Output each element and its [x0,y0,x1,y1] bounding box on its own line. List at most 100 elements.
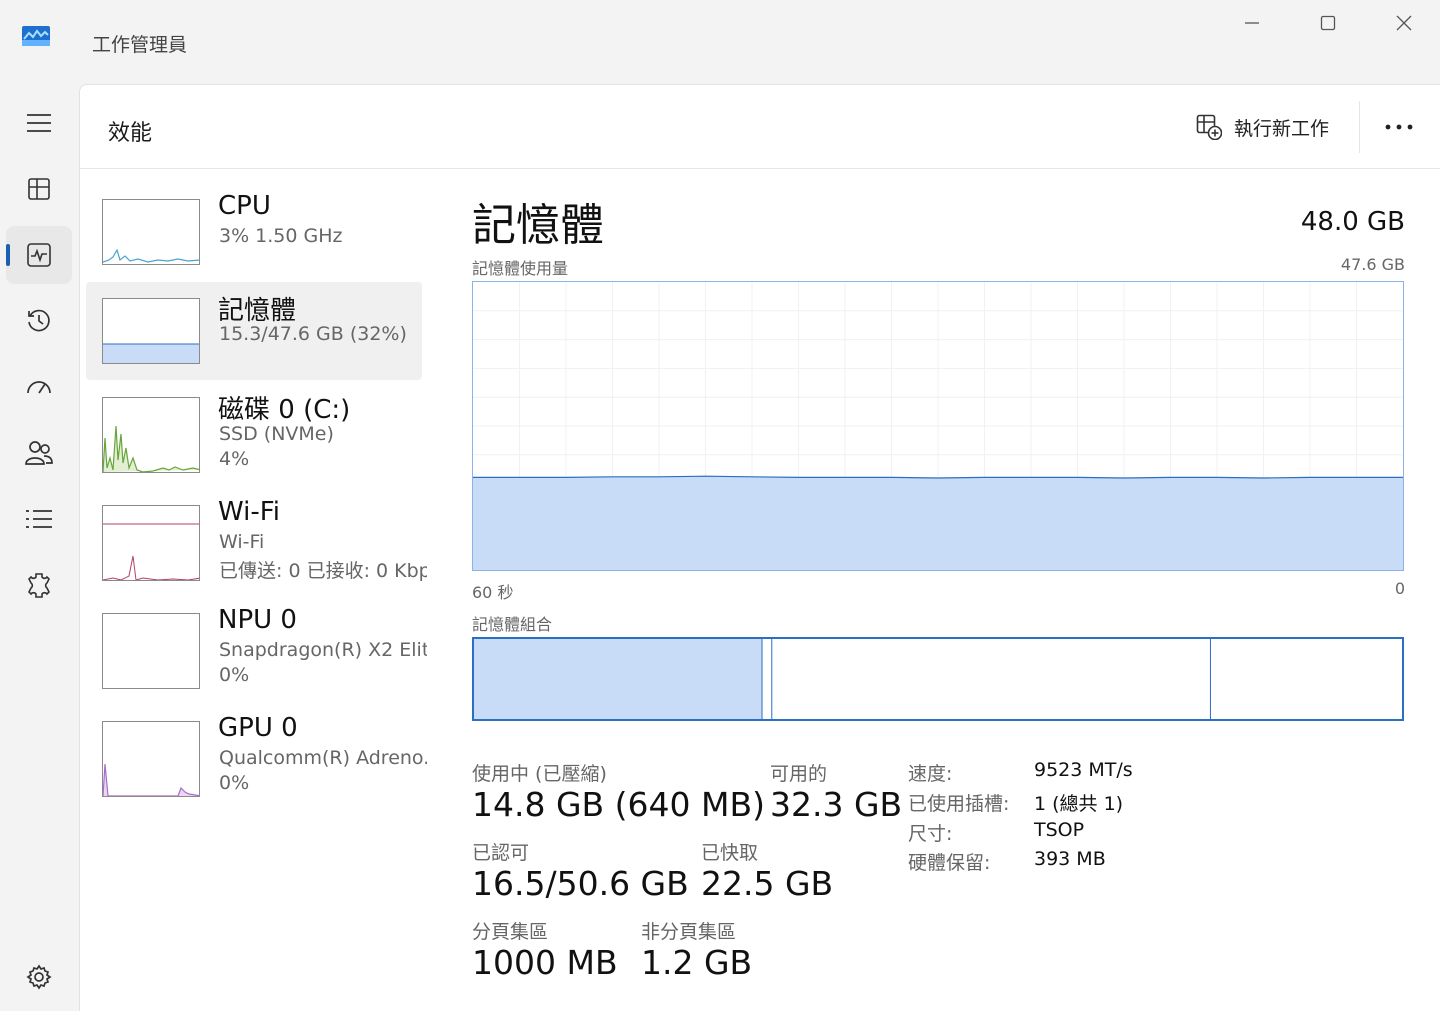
run-new-task-button[interactable]: 執行新工作 [1188,107,1337,147]
device-type: Qualcomm(R) Adreno... [219,747,427,769]
in-use-value: 14.8 GB (640 MB) [472,785,766,824]
wifi-sparkline [103,523,199,580]
paged-pool-label: 分頁集區 [472,921,549,943]
spec-key: 速度: [908,763,953,785]
spec-key: 已使用插槽: [908,793,1010,815]
main-panel: 效能 執行新工作 CPU 3% 1.50 GHz 記憶體 15.3/47.6 G… [79,84,1440,1011]
device-type: Snapdragon(R) X2 Elit... [219,639,427,661]
memory-composition-bar [472,637,1404,721]
processes-icon [28,178,50,200]
device-stat: 3% 1.50 GHz [219,225,343,247]
cpu-thumbnail [102,199,200,265]
details-list-icon [26,510,52,528]
device-stat: 已傳送: 0 已接收: 0 Kbps [219,560,427,582]
nav-rail [0,84,78,1011]
composition-modified [762,639,773,719]
device-stat: 4% [219,448,250,470]
task-manager-icon [22,26,50,46]
spec-value: 1 (總共 1) [1034,793,1124,815]
spec-value: 393 MB [1034,848,1106,870]
startup-apps-icon [27,381,51,394]
usage-chart-max: 47.6 GB [1340,255,1405,274]
run-new-task-label: 執行新工作 [1234,117,1330,140]
device-item-memory[interactable]: 記憶體 15.3/47.6 GB (32%) [86,282,422,380]
spec-value: 9523 MT/s [1034,759,1133,781]
nav-item-processes[interactable] [6,160,72,218]
gpu-thumbnail [102,721,200,797]
memory-usage-area [473,476,1403,570]
composition-label: 記憶體組合 [472,615,553,634]
nav-item-startup-apps[interactable] [6,358,72,416]
device-item-npu[interactable]: NPU 0 Snapdragon(R) X2 Elit... 0% [86,597,427,695]
nav-item-services[interactable] [6,556,72,614]
nonpaged-pool-value: 1.2 GB [641,943,753,982]
cached-value: 22.5 GB [701,864,834,903]
close-button[interactable] [1366,0,1440,46]
nav-item-app-history[interactable] [6,292,72,350]
gpu-sparkline [103,763,199,796]
device-name: Wi-Fi [218,497,281,527]
disk-thumbnail [102,397,200,473]
memory-composition-plot [474,639,1402,719]
nav-item-settings[interactable] [6,948,72,1006]
cpu-sparkline [103,248,199,263]
composition-free [1210,639,1402,719]
device-item-disk[interactable]: 磁碟 0 (C:) SSD (NVMe) 4% [86,381,422,479]
close-icon [1396,15,1412,31]
wifi-thumbnail [102,505,200,581]
spec-key: 硬體保留: [908,852,991,874]
device-name: 磁碟 0 (C:) [218,395,351,425]
device-item-gpu[interactable]: GPU 0 Qualcomm(R) Adreno... 0% [86,705,427,803]
nonpaged-pool-label: 非分頁集區 [641,921,737,943]
committed-value: 16.5/50.6 GB [472,864,689,903]
device-item-wifi[interactable]: Wi-Fi Wi-Fi 已傳送: 0 已接收: 0 Kbps [86,489,427,587]
title-bar: 工作管理員 [0,0,1440,84]
device-name: CPU [218,191,271,221]
device-stat: 0% [219,664,250,686]
paged-pool-value: 1000 MB [472,943,618,982]
memory-thumbnail [102,298,200,364]
device-stat: 15.3/47.6 GB (32%) [219,323,407,345]
services-icon [28,573,50,598]
time-axis-end: 0 [1394,579,1405,598]
maximize-icon [1320,15,1336,31]
more-options-icon [1385,124,1413,130]
run-new-task-icon [1196,114,1222,140]
window-title: 工作管理員 [92,34,188,56]
device-name: NPU 0 [218,605,297,635]
nav-item-details[interactable] [6,490,72,548]
composition-in-use [474,639,763,719]
available-label: 可用的 [770,763,828,785]
page-header: 效能 執行新工作 [80,85,1440,169]
maximize-button[interactable] [1290,0,1366,46]
composition-standby [772,639,1211,719]
app-history-icon [28,309,50,332]
device-type: Wi-Fi [219,531,265,553]
hamburger-menu-icon [27,114,51,132]
memory-usage-chart [472,281,1404,571]
performance-icon [27,243,51,267]
device-type: SSD (NVMe) [219,423,334,445]
in-use-label: 使用中 (已壓縮) [472,763,607,785]
more-options-button[interactable] [1376,107,1422,147]
users-icon [25,441,53,465]
memory-sparkline [103,343,199,363]
spec-key: 尺寸: [908,823,953,845]
npu-thumbnail [102,613,200,689]
usage-chart-label: 記憶體使用量 [472,259,569,278]
available-value: 32.3 GB [770,785,903,824]
device-item-cpu[interactable]: CPU 3% 1.50 GHz [86,185,422,283]
minimize-button[interactable] [1214,0,1290,46]
disk-sparkline [103,425,199,472]
memory-usage-plot [473,282,1403,570]
header-divider [1359,101,1360,153]
committed-label: 已認可 [472,842,530,864]
page-title: 效能 [108,121,153,146]
device-name: 記憶體 [218,296,297,326]
nav-menu-button[interactable] [6,94,72,152]
nav-item-performance[interactable] [6,226,72,284]
nav-item-users[interactable] [6,424,72,482]
memory-title: 記憶體 [472,200,604,251]
time-axis-start: 60 秒 [472,583,514,602]
cached-label: 已快取 [701,842,759,864]
